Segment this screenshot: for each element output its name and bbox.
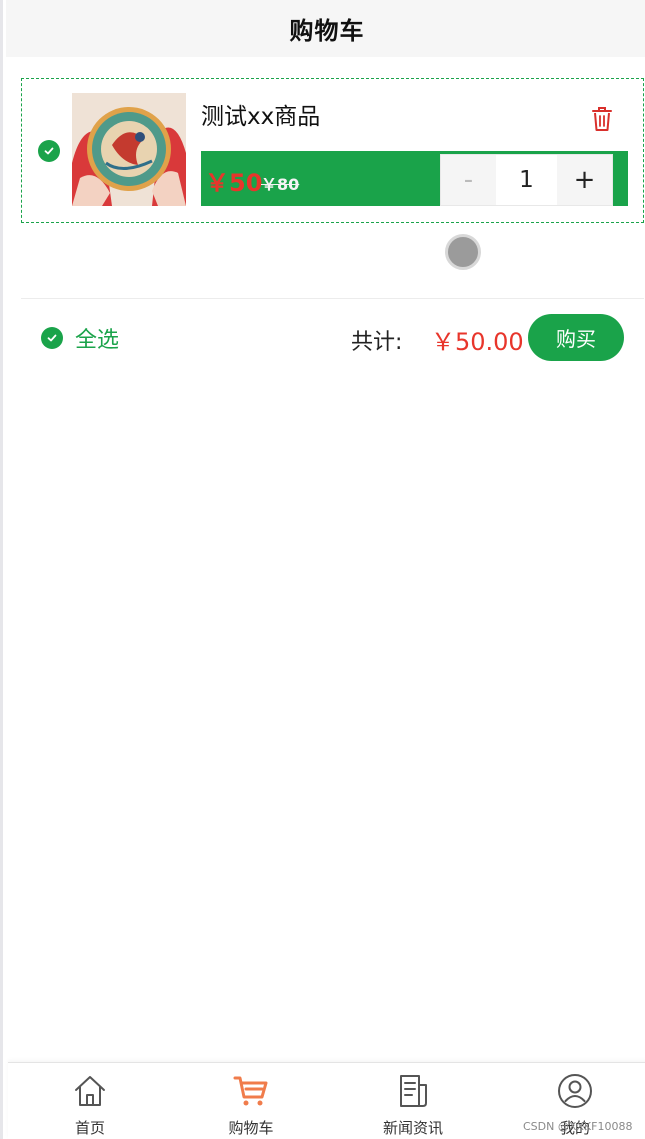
tab-cart[interactable]: 购物车 <box>191 1063 311 1139</box>
cart-item: 测试xx商品 ￥50 ￥80 - 1 + <box>21 78 644 223</box>
price-bar: ￥50 ￥80 - 1 + <box>201 151 628 206</box>
item-checkbox[interactable] <box>38 140 60 162</box>
tab-label: 购物车 <box>228 1119 274 1137</box>
tab-home[interactable]: 首页 <box>30 1063 150 1139</box>
trash-icon <box>592 107 612 131</box>
tab-label: 首页 <box>74 1119 105 1137</box>
product-image[interactable] <box>72 93 186 206</box>
quantity-value[interactable]: 1 <box>496 155 557 205</box>
tab-news[interactable]: 新闻资讯 <box>353 1063 473 1139</box>
select-all-toggle[interactable]: 全选 <box>41 322 119 354</box>
cart-icon <box>233 1076 268 1106</box>
delete-button[interactable] <box>590 105 614 133</box>
check-icon <box>44 147 54 155</box>
current-price: ￥50 <box>205 169 263 197</box>
tab-label: 新闻资讯 <box>382 1119 443 1137</box>
watermark: CSDN @XXKF10088 <box>523 1120 633 1133</box>
total-label: 共计: <box>351 330 403 355</box>
user-icon <box>558 1074 592 1108</box>
divider <box>21 298 644 299</box>
original-price: ￥80 <box>261 175 300 194</box>
check-icon <box>47 334 57 342</box>
total-amount: ￥50.00 <box>431 328 524 356</box>
decrease-button[interactable]: - <box>441 155 496 205</box>
page-title: 购物车 <box>289 17 365 45</box>
buy-button[interactable]: 购买 <box>528 314 624 361</box>
product-name[interactable]: 测试xx商品 <box>201 97 320 131</box>
increase-button[interactable]: + <box>557 155 612 205</box>
page: 购物车 测试xx商品 ￥50 ￥80 - 1 + 全选 共计: ￥50.00 购… <box>0 0 645 1139</box>
navigation-bar: 购物车 <box>6 0 645 57</box>
select-all-checkbox[interactable] <box>41 327 63 349</box>
floating-drag-handle[interactable] <box>445 234 481 270</box>
home-icon <box>75 1076 105 1106</box>
quantity-stepper: - 1 + <box>440 154 613 206</box>
news-icon <box>400 1075 427 1107</box>
select-all-label: 全选 <box>75 328 120 353</box>
